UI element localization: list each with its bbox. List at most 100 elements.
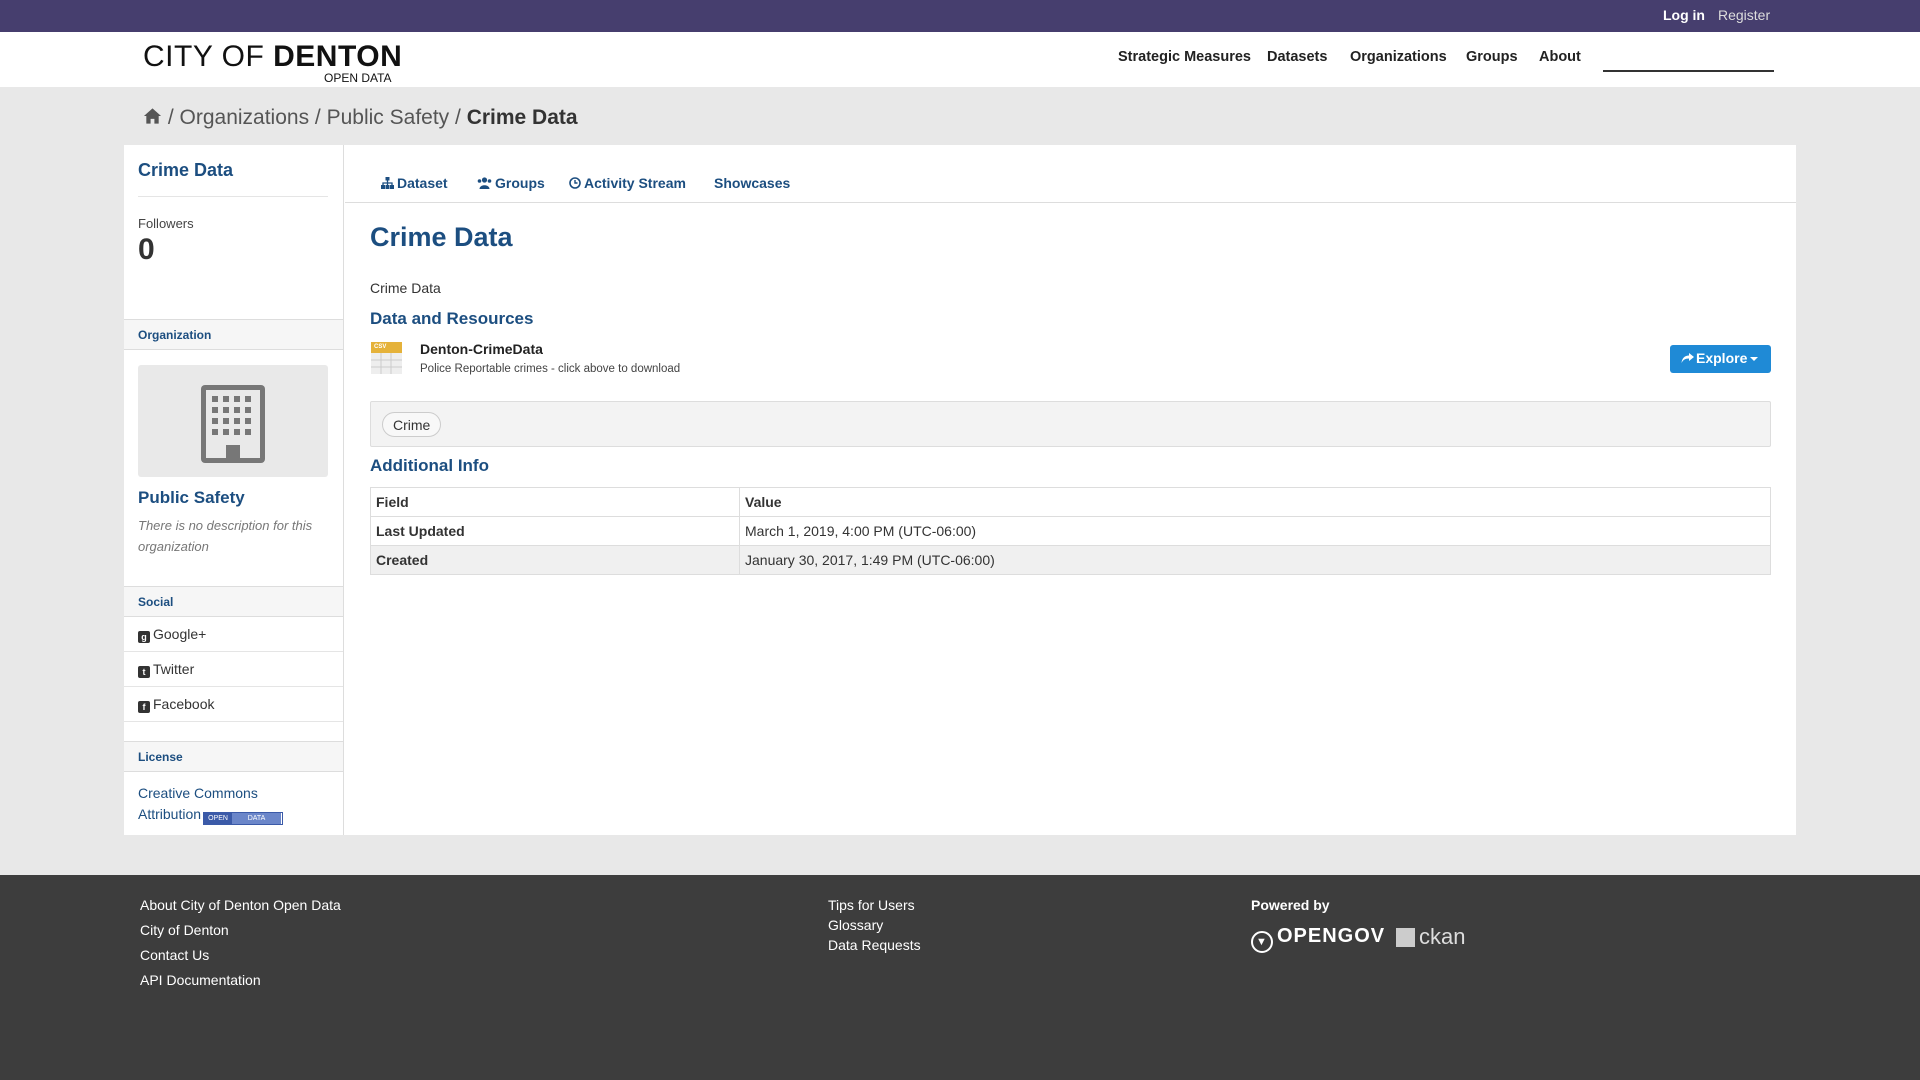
tab-showcases[interactable]: Showcases	[714, 175, 790, 191]
tag-list: Crime	[370, 401, 1771, 447]
tab-label: Groups	[495, 175, 545, 191]
table-row: Created January 30, 2017, 1:49 PM (UTC-0…	[370, 545, 1771, 575]
opengov-logo[interactable]: ▼ OPENGOV	[1251, 925, 1385, 953]
social-facebook[interactable]: f Facebook	[124, 687, 343, 722]
powered-by-label: Powered by	[1251, 897, 1330, 913]
facebook-icon: f	[138, 701, 150, 713]
table-header-cell: Value	[739, 487, 1771, 517]
social-label: Google+	[153, 626, 207, 642]
organization-image[interactable]	[138, 365, 328, 477]
clock-icon	[569, 177, 581, 189]
logo-subtext: OPEN DATA	[324, 71, 392, 85]
nav-strategic-measures[interactable]: Strategic Measures	[1118, 49, 1251, 65]
explore-button[interactable]: Explore	[1670, 345, 1771, 373]
sitemap-icon	[381, 177, 394, 189]
social-twitter[interactable]: t Twitter	[124, 652, 343, 687]
tag-item[interactable]: Crime	[382, 412, 442, 437]
social-label: Twitter	[153, 661, 195, 677]
breadcrumb-public-safety[interactable]: Public Safety	[327, 106, 450, 129]
opengov-icon: ▼	[1251, 931, 1273, 953]
explore-label: Explore	[1696, 350, 1748, 366]
tab-bar: Dataset Groups Activity Stream Showcases	[345, 145, 1796, 203]
site-logo[interactable]: CITY OF DENTON OPEN DATA	[143, 40, 403, 86]
open-data-badge: OPEN DATA	[203, 812, 284, 825]
nav-about[interactable]: About	[1539, 49, 1581, 65]
table-cell: January 30, 2017, 1:49 PM (UTC-06:00)	[739, 545, 1771, 575]
twitter-icon: t	[138, 666, 150, 678]
breadcrumb: / Organizations / Public Safety / Crime …	[143, 106, 578, 130]
register-link[interactable]: Register	[1718, 7, 1770, 23]
social-heading: Social	[124, 586, 343, 617]
logo-text-bold: DENTON	[273, 40, 403, 73]
logo-text-light: CITY OF	[143, 40, 274, 73]
organization-heading: Organization	[124, 319, 343, 350]
dataset-description: Crime Data	[370, 280, 441, 296]
tab-label: Dataset	[397, 175, 448, 191]
resource-description: Police Reportable crimes - click above t…	[420, 363, 681, 375]
caret-down-icon	[1750, 357, 1759, 361]
site-footer: About City of Denton Open Data City of D…	[0, 875, 1920, 1080]
license-line-2: Attribution	[138, 806, 202, 822]
footer-link-api[interactable]: API Documentation	[140, 972, 261, 988]
breadcrumb-separator: /	[449, 106, 467, 129]
license-line-1: Creative Commons	[138, 785, 258, 801]
search-input[interactable]	[1603, 70, 1774, 72]
followers-count: 0	[138, 233, 155, 266]
footer-link-contact[interactable]: Contact Us	[140, 947, 209, 963]
table-cell: Last Updated	[370, 516, 740, 546]
additional-info-table: Field Value Last Updated March 1, 2019, …	[370, 487, 1771, 575]
badge-right: DATA	[232, 813, 282, 824]
badge-left: OPEN	[204, 813, 233, 824]
table-cell: March 1, 2019, 4:00 PM (UTC-06:00)	[739, 516, 1771, 546]
nav-datasets[interactable]: Datasets	[1267, 49, 1327, 65]
table-header-cell: Field	[370, 487, 740, 517]
license-link[interactable]: Creative Commons Attribution OPEN DATA	[138, 783, 284, 825]
tab-dataset[interactable]: Dataset	[381, 175, 448, 191]
sidebar-title: Crime Data	[138, 160, 234, 180]
users-icon	[477, 177, 492, 189]
csv-file-icon: CSV	[371, 342, 402, 374]
ckan-icon	[1396, 928, 1415, 947]
footer-link-glossary[interactable]: Glossary	[828, 917, 883, 933]
breadcrumb-separator: /	[309, 106, 327, 129]
home-icon[interactable]	[143, 106, 162, 129]
nav-groups[interactable]: Groups	[1466, 49, 1518, 65]
ckan-logo[interactable]: ckan	[1396, 924, 1465, 950]
ckan-text: ckan	[1419, 924, 1466, 949]
footer-link-city[interactable]: City of Denton	[140, 922, 229, 938]
divider	[138, 196, 328, 197]
table-cell: Created	[370, 545, 740, 575]
social-google-plus[interactable]: g Google+	[124, 617, 343, 652]
footer-link-about[interactable]: About City of Denton Open Data	[140, 897, 341, 913]
table-row: Last Updated March 1, 2019, 4:00 PM (UTC…	[370, 516, 1771, 546]
organization-name[interactable]: Public Safety	[138, 488, 245, 508]
sidebar: Crime Data Followers 0 Organization Publ…	[124, 145, 344, 835]
resources-heading: Data and Resources	[370, 309, 534, 328]
dataset-title: Crime Data	[370, 222, 513, 252]
footer-link-tips[interactable]: Tips for Users	[828, 897, 915, 913]
breadcrumb-current[interactable]: Crime Data	[467, 106, 578, 129]
additional-info-heading: Additional Info	[370, 456, 489, 475]
dataset-card: Crime Data Followers 0 Organization Publ…	[124, 145, 1796, 835]
social-label: Facebook	[153, 696, 215, 712]
tab-label: Activity Stream	[584, 175, 686, 191]
breadcrumb-organizations[interactable]: Organizations	[180, 106, 310, 129]
tab-activity-stream[interactable]: Activity Stream	[569, 175, 686, 191]
opengov-text: OPENGOV	[1277, 925, 1386, 947]
share-icon	[1681, 353, 1694, 363]
nav-organizations[interactable]: Organizations	[1350, 49, 1447, 65]
tab-groups[interactable]: Groups	[477, 175, 545, 191]
followers-label: Followers	[138, 216, 194, 231]
resource-name-link[interactable]: Denton-CrimeData	[420, 341, 543, 357]
main-content: Dataset Groups Activity Stream Showcases…	[345, 145, 1796, 835]
building-icon	[201, 385, 265, 463]
top-bar: Log in Register	[0, 0, 1920, 32]
csv-badge: CSV	[374, 344, 387, 350]
google-plus-icon: g	[138, 631, 150, 643]
table-header-row: Field Value	[370, 487, 1771, 517]
breadcrumb-separator: /	[162, 106, 180, 129]
footer-link-data-requests[interactable]: Data Requests	[828, 937, 921, 953]
license-heading: License	[124, 741, 343, 772]
login-link[interactable]: Log in	[1663, 7, 1705, 23]
site-header: CITY OF DENTON OPEN DATA Strategic Measu…	[0, 32, 1920, 87]
